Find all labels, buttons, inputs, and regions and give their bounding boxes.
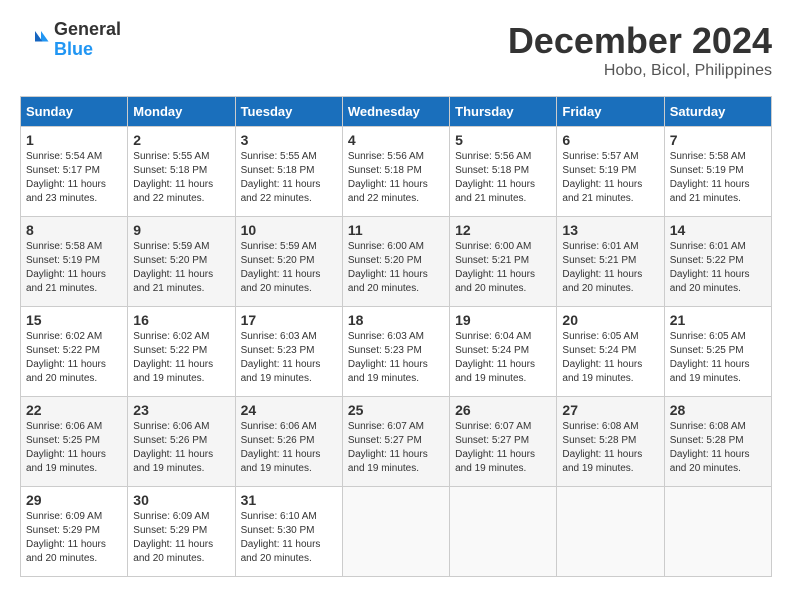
weekday-header-row: SundayMondayTuesdayWednesdayThursdayFrid…	[21, 97, 772, 127]
month-year-title: December 2024	[508, 20, 772, 62]
table-row	[557, 487, 664, 577]
table-row: 24Sunrise: 6:06 AM Sunset: 5:26 PM Dayli…	[235, 397, 342, 487]
table-row: 15Sunrise: 6:02 AM Sunset: 5:22 PM Dayli…	[21, 307, 128, 397]
table-row	[450, 487, 557, 577]
calendar-week-row: 15Sunrise: 6:02 AM Sunset: 5:22 PM Dayli…	[21, 307, 772, 397]
table-row: 4Sunrise: 5:56 AM Sunset: 5:18 PM Daylig…	[342, 127, 449, 217]
table-row	[342, 487, 449, 577]
table-row: 29Sunrise: 6:09 AM Sunset: 5:29 PM Dayli…	[21, 487, 128, 577]
table-row: 31Sunrise: 6:10 AM Sunset: 5:30 PM Dayli…	[235, 487, 342, 577]
table-row	[664, 487, 771, 577]
table-row: 2Sunrise: 5:55 AM Sunset: 5:18 PM Daylig…	[128, 127, 235, 217]
weekday-header-saturday: Saturday	[664, 97, 771, 127]
title-block: December 2024 Hobo, Bicol, Philippines	[508, 20, 772, 80]
table-row: 9Sunrise: 5:59 AM Sunset: 5:20 PM Daylig…	[128, 217, 235, 307]
table-row: 18Sunrise: 6:03 AM Sunset: 5:23 PM Dayli…	[342, 307, 449, 397]
table-row: 10Sunrise: 5:59 AM Sunset: 5:20 PM Dayli…	[235, 217, 342, 307]
weekday-header-sunday: Sunday	[21, 97, 128, 127]
table-row: 27Sunrise: 6:08 AM Sunset: 5:28 PM Dayli…	[557, 397, 664, 487]
calendar-table: SundayMondayTuesdayWednesdayThursdayFrid…	[20, 96, 772, 577]
table-row: 5Sunrise: 5:56 AM Sunset: 5:18 PM Daylig…	[450, 127, 557, 217]
table-row: 26Sunrise: 6:07 AM Sunset: 5:27 PM Dayli…	[450, 397, 557, 487]
table-row: 7Sunrise: 5:58 AM Sunset: 5:19 PM Daylig…	[664, 127, 771, 217]
weekday-header-thursday: Thursday	[450, 97, 557, 127]
location-subtitle: Hobo, Bicol, Philippines	[508, 62, 772, 80]
logo-icon	[20, 25, 50, 55]
table-row: 1Sunrise: 5:54 AM Sunset: 5:17 PM Daylig…	[21, 127, 128, 217]
table-row: 23Sunrise: 6:06 AM Sunset: 5:26 PM Dayli…	[128, 397, 235, 487]
table-row: 20Sunrise: 6:05 AM Sunset: 5:24 PM Dayli…	[557, 307, 664, 397]
table-row: 17Sunrise: 6:03 AM Sunset: 5:23 PM Dayli…	[235, 307, 342, 397]
table-row: 30Sunrise: 6:09 AM Sunset: 5:29 PM Dayli…	[128, 487, 235, 577]
table-row: 28Sunrise: 6:08 AM Sunset: 5:28 PM Dayli…	[664, 397, 771, 487]
logo-blue-text: Blue	[54, 40, 121, 60]
weekday-header-friday: Friday	[557, 97, 664, 127]
calendar-week-row: 1Sunrise: 5:54 AM Sunset: 5:17 PM Daylig…	[21, 127, 772, 217]
table-row: 14Sunrise: 6:01 AM Sunset: 5:22 PM Dayli…	[664, 217, 771, 307]
table-row: 12Sunrise: 6:00 AM Sunset: 5:21 PM Dayli…	[450, 217, 557, 307]
page-header: General Blue December 2024 Hobo, Bicol, …	[20, 20, 772, 80]
table-row: 22Sunrise: 6:06 AM Sunset: 5:25 PM Dayli…	[21, 397, 128, 487]
logo-text: General Blue	[54, 20, 121, 60]
calendar-week-row: 29Sunrise: 6:09 AM Sunset: 5:29 PM Dayli…	[21, 487, 772, 577]
table-row: 16Sunrise: 6:02 AM Sunset: 5:22 PM Dayli…	[128, 307, 235, 397]
table-row: 8Sunrise: 5:58 AM Sunset: 5:19 PM Daylig…	[21, 217, 128, 307]
weekday-header-tuesday: Tuesday	[235, 97, 342, 127]
table-row: 6Sunrise: 5:57 AM Sunset: 5:19 PM Daylig…	[557, 127, 664, 217]
calendar-week-row: 8Sunrise: 5:58 AM Sunset: 5:19 PM Daylig…	[21, 217, 772, 307]
table-row: 25Sunrise: 6:07 AM Sunset: 5:27 PM Dayli…	[342, 397, 449, 487]
calendar-week-row: 22Sunrise: 6:06 AM Sunset: 5:25 PM Dayli…	[21, 397, 772, 487]
table-row: 13Sunrise: 6:01 AM Sunset: 5:21 PM Dayli…	[557, 217, 664, 307]
weekday-header-wednesday: Wednesday	[342, 97, 449, 127]
weekday-header-monday: Monday	[128, 97, 235, 127]
table-row: 11Sunrise: 6:00 AM Sunset: 5:20 PM Dayli…	[342, 217, 449, 307]
logo-general-text: General	[54, 20, 121, 40]
logo: General Blue	[20, 20, 121, 60]
table-row: 3Sunrise: 5:55 AM Sunset: 5:18 PM Daylig…	[235, 127, 342, 217]
table-row: 21Sunrise: 6:05 AM Sunset: 5:25 PM Dayli…	[664, 307, 771, 397]
table-row: 19Sunrise: 6:04 AM Sunset: 5:24 PM Dayli…	[450, 307, 557, 397]
